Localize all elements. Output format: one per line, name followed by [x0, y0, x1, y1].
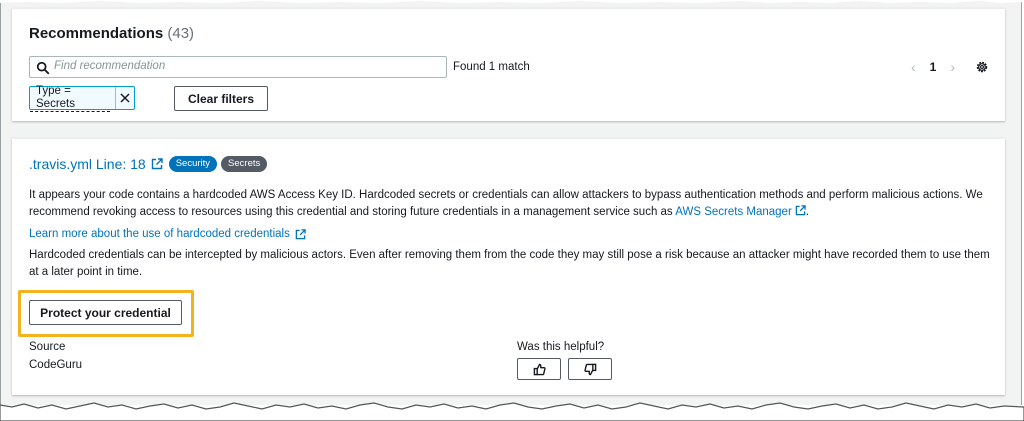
- search-input[interactable]: Find recommendation: [29, 56, 447, 78]
- torn-edge-top: [0, 0, 1024, 3]
- source-value: CodeGuru: [29, 359, 83, 371]
- secrets-manager-link[interactable]: AWS Secrets Manager: [675, 206, 792, 218]
- learn-more-link[interactable]: Learn more about the use of hardcoded cr…: [29, 228, 290, 240]
- finding-card: .travis.yml Line: 18 Security Secrets It…: [12, 138, 1005, 395]
- pagination: ‹ 1 ›: [911, 58, 989, 76]
- search-icon: [36, 61, 50, 75]
- finding-description: It appears your code contains a hardcode…: [29, 187, 999, 221]
- chevron-left-icon[interactable]: ‹: [911, 59, 916, 75]
- security-badge: Security: [168, 156, 218, 172]
- thumbs-up-icon: [533, 363, 546, 375]
- recommendations-panel: Recommendations (43) Find recommendation…: [12, 8, 1005, 121]
- filter-token-label[interactable]: Type = Secrets: [30, 85, 110, 112]
- remove-filter-button[interactable]: [114, 87, 134, 109]
- file-link[interactable]: .travis.yml Line: 18: [29, 156, 146, 172]
- close-icon: [120, 93, 130, 103]
- external-link-icon[interactable]: [295, 228, 306, 240]
- match-count-text: Found 1 match: [453, 61, 530, 73]
- page-title: Recommendations (43): [29, 25, 194, 42]
- clear-filters-button[interactable]: Clear filters: [174, 86, 268, 111]
- external-link-icon[interactable]: [795, 205, 806, 216]
- filter-token: Type = Secrets: [29, 85, 135, 112]
- chevron-right-icon[interactable]: ›: [950, 59, 955, 75]
- description-text: It appears your code contains a hardcode…: [29, 189, 983, 218]
- external-link-icon[interactable]: [151, 158, 163, 170]
- helpful-label: Was this helpful?: [517, 341, 605, 353]
- recommendations-count: (43): [167, 25, 195, 42]
- recommendations-title: Recommendations: [29, 25, 164, 42]
- credential-warning: Hardcoded credentials can be intercepted…: [29, 249, 990, 278]
- secrets-badge: Secrets: [221, 156, 268, 172]
- source-label: Source: [29, 341, 66, 353]
- torn-edge-bottom: [0, 402, 1024, 421]
- description-end: .: [805, 206, 809, 218]
- finding-header: .travis.yml Line: 18 Security Secrets: [29, 156, 268, 172]
- thumbs-down-button[interactable]: [568, 358, 612, 380]
- search-placeholder: Find recommendation: [54, 60, 166, 72]
- thumbs-up-button[interactable]: [517, 358, 561, 380]
- gear-icon[interactable]: [975, 60, 989, 74]
- protect-credential-button[interactable]: Protect your credential: [29, 300, 182, 325]
- learn-more[interactable]: Learn more about the use of hardcoded cr…: [29, 228, 306, 240]
- thumbs-down-icon: [583, 363, 596, 375]
- page-number[interactable]: 1: [930, 60, 937, 74]
